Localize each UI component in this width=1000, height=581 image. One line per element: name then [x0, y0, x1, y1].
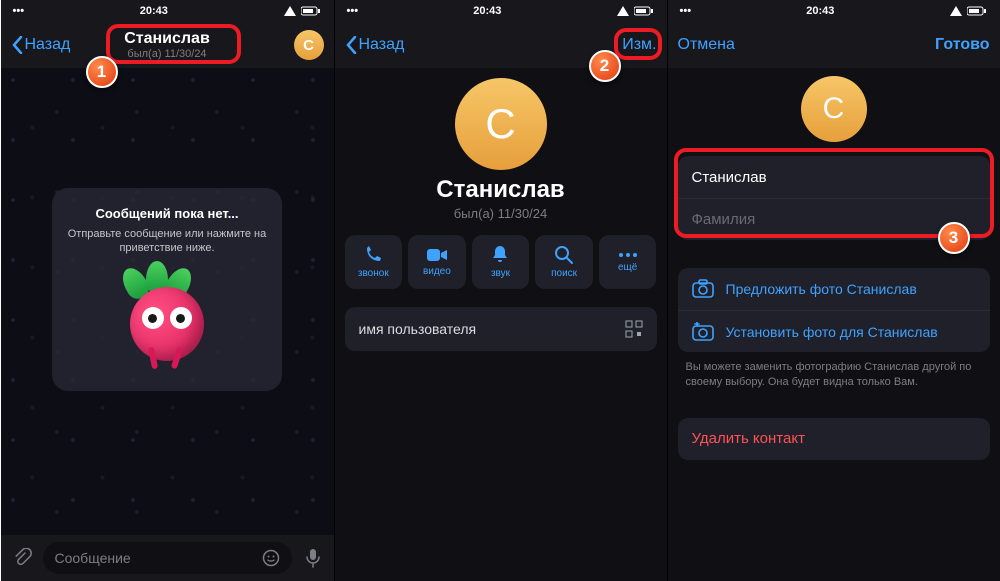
battery-icon	[301, 6, 321, 16]
action-more[interactable]: ещё	[599, 235, 657, 289]
empty-title: Сообщений пока нет...	[66, 205, 268, 220]
profile-body: C Станислав был(а) 11/30/24 звонок видео…	[335, 68, 667, 351]
message-input[interactable]: Сообщение	[43, 542, 292, 574]
back-button[interactable]: Назад	[11, 36, 71, 54]
profile-name: Станислав	[335, 176, 667, 204]
voice-button[interactable]	[300, 545, 326, 571]
status-left: •••	[680, 5, 692, 17]
location-icon	[616, 6, 630, 16]
chat-title-name: Станислав	[124, 30, 210, 48]
message-placeholder: Сообщение	[55, 550, 131, 566]
done-button[interactable]: Готово	[935, 36, 989, 54]
back-button[interactable]: Назад	[345, 36, 405, 54]
empty-body: Отправьте сообщение или нажмите на приве…	[66, 226, 268, 255]
username-label: имя пользователя	[359, 321, 477, 337]
chevron-left-icon	[345, 36, 357, 54]
suggest-photo-label: Предложить фото Станислав	[726, 281, 917, 297]
set-photo-row[interactable]: Установить фото для Станислав	[678, 310, 990, 352]
edit-button[interactable]: Изм.	[622, 36, 656, 54]
action-call-label: звонок	[358, 268, 389, 279]
edit-nav: Отмена Готово	[668, 22, 1000, 68]
chevron-left-icon	[11, 36, 23, 54]
status-bar: ••• 20:43	[668, 0, 1000, 22]
chat-avatar[interactable]: C	[294, 30, 324, 60]
chat-body: Сообщений пока нет... Отправьте сообщени…	[1, 68, 334, 535]
edit-avatar[interactable]: C	[801, 76, 867, 142]
battery-icon	[634, 6, 654, 16]
action-more-label: ещё	[618, 262, 637, 273]
attach-button[interactable]	[9, 545, 35, 571]
battery-icon	[967, 6, 987, 16]
greeting-sticker[interactable]	[122, 269, 212, 369]
screen-chat: ••• 20:43 Назад Станислав был(а) 11/30/2…	[1, 0, 334, 581]
action-mute[interactable]: звук	[472, 235, 530, 289]
screen-profile: ••• 20:43 Назад Изм. C Станислав был(а) …	[334, 0, 667, 581]
camera-plus-icon	[692, 322, 714, 342]
name-fields: Станислав Фамилия	[678, 156, 990, 240]
action-video[interactable]: видео	[408, 235, 466, 289]
cancel-button[interactable]: Отмена	[678, 36, 735, 54]
screen-edit: ••• 20:43 Отмена Готово C Станислав Фами…	[667, 0, 1000, 581]
status-bar: ••• 20:43	[1, 0, 334, 22]
status-right	[283, 6, 321, 16]
search-icon	[554, 245, 574, 265]
status-left: •••	[347, 5, 359, 17]
back-label: Назад	[359, 36, 405, 54]
status-time: 20:43	[473, 5, 501, 17]
mic-icon	[304, 548, 322, 568]
profile-actions: звонок видео звук поиск ещё	[335, 221, 667, 297]
status-right	[616, 6, 654, 16]
message-input-bar: Сообщение	[1, 535, 334, 581]
qr-icon	[625, 320, 643, 338]
chat-nav: Назад Станислав был(а) 11/30/24 C	[1, 22, 334, 68]
back-label: Назад	[25, 36, 71, 54]
sticker-icon[interactable]	[262, 549, 280, 567]
camera-icon	[692, 279, 714, 299]
profile-sub: был(а) 11/30/24	[335, 206, 667, 221]
status-right	[949, 6, 987, 16]
video-icon	[426, 247, 448, 263]
delete-contact-row[interactable]: Удалить контакт	[678, 418, 990, 460]
location-icon	[949, 6, 963, 16]
chat-title-sub: был(а) 11/30/24	[124, 48, 210, 60]
photo-help-text: Вы можете заменить фотографию Станислав …	[686, 360, 982, 390]
location-icon	[283, 6, 297, 16]
bell-icon	[491, 245, 509, 265]
phone-icon	[363, 245, 383, 265]
status-time: 20:43	[140, 5, 168, 17]
status-bar: ••• 20:43	[335, 0, 667, 22]
first-name-input[interactable]: Станислав	[678, 156, 990, 198]
action-video-label: видео	[423, 266, 451, 277]
action-mute-label: звук	[491, 268, 510, 279]
username-row[interactable]: имя пользователя	[345, 307, 657, 351]
status-time: 20:43	[806, 5, 834, 17]
status-left: •••	[13, 5, 25, 17]
suggest-photo-row[interactable]: Предложить фото Станислав	[678, 268, 990, 310]
action-call[interactable]: звонок	[345, 235, 403, 289]
chat-title-block[interactable]: Станислав был(а) 11/30/24	[124, 30, 210, 60]
profile-avatar[interactable]: C	[455, 78, 547, 170]
photo-options: Предложить фото Станислав Установить фот…	[678, 268, 990, 352]
last-name-input[interactable]: Фамилия	[678, 198, 990, 240]
empty-state-card: Сообщений пока нет... Отправьте сообщени…	[52, 187, 282, 391]
delete-contact-label: Удалить контакт	[692, 430, 805, 447]
more-icon	[617, 251, 639, 259]
set-photo-label: Установить фото для Станислав	[726, 324, 938, 340]
action-search-label: поиск	[551, 268, 577, 279]
profile-nav: Назад Изм.	[335, 22, 667, 68]
action-search[interactable]: поиск	[535, 235, 593, 289]
paperclip-icon	[12, 548, 32, 568]
